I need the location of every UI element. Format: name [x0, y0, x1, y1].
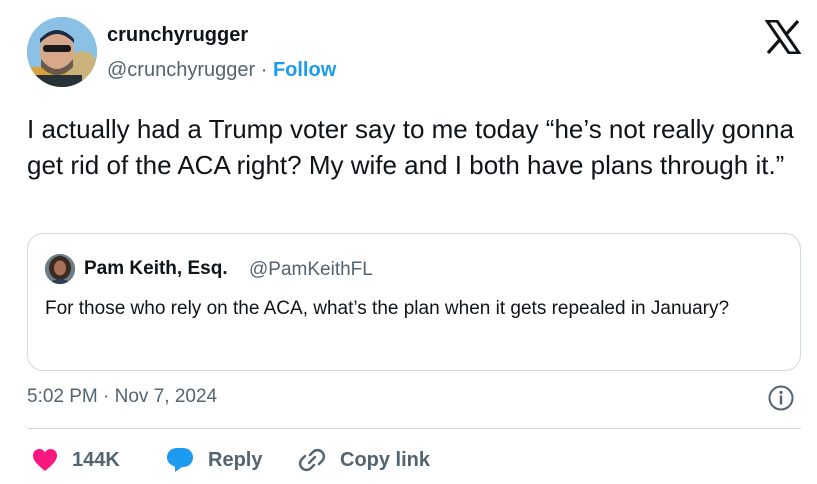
tweet-card: crunchyrugger @crunchyrugger · Follow I … — [0, 0, 817, 484]
follow-button[interactable]: Follow — [273, 59, 336, 81]
tweet-text: I actually had a Trump voter say to me t… — [27, 114, 794, 180]
reply-button[interactable]: Reply — [166, 446, 262, 474]
heart-icon — [33, 449, 57, 471]
quoted-author-avatar — [45, 254, 75, 284]
quoted-tweet[interactable]: Pam Keith, Esq. @PamKeithFL For those wh… — [27, 233, 801, 371]
author-display-name[interactable]: crunchyrugger — [107, 24, 248, 47]
quoted-author-name: Pam Keith, Esq. — [84, 258, 228, 279]
divider — [27, 428, 801, 429]
like-count: 144K — [72, 448, 120, 471]
like-button[interactable]: 144K — [32, 446, 120, 474]
link-icon — [298, 448, 326, 472]
copy-link-label: Copy link — [340, 448, 431, 471]
handle-separator: · — [255, 59, 273, 81]
quoted-tweet-text: For those who rely on the ACA, what’s th… — [45, 298, 730, 319]
x-logo-icon[interactable] — [765, 20, 801, 54]
author-handle-row: @crunchyrugger · Follow — [107, 59, 336, 82]
info-icon[interactable] — [767, 384, 795, 412]
author-handle[interactable]: @crunchyrugger — [107, 59, 255, 81]
reply-label: Reply — [208, 448, 263, 471]
quoted-author-handle: @PamKeithFL — [249, 259, 373, 280]
tweet-timestamp[interactable]: 5:02 PM · Nov 7, 2024 — [27, 386, 217, 408]
author-avatar[interactable] — [27, 17, 97, 87]
copy-link-button[interactable]: Copy link — [298, 446, 430, 474]
speech-bubble-icon — [167, 448, 193, 472]
